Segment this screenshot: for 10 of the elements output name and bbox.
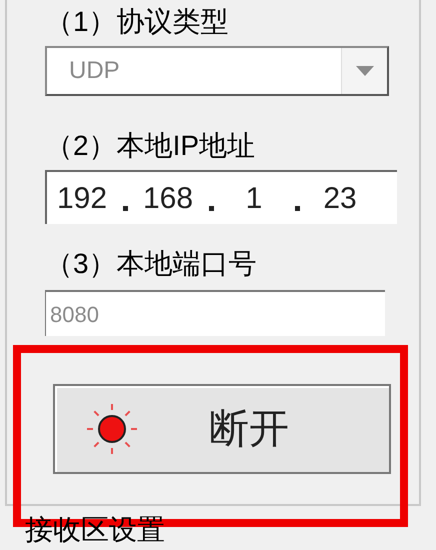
field-label: （1）协议类型	[45, 5, 230, 39]
disconnect-button[interactable]: 断开	[53, 384, 391, 474]
ip-address-field[interactable]: 192 168 1 23	[45, 170, 397, 224]
field-label: （2）本地IP地址	[45, 129, 256, 163]
ip-octet: 23	[322, 180, 358, 216]
dropdown-arrow-icon	[356, 66, 374, 76]
ip-octet: 1	[244, 180, 264, 216]
field-label: （3）本地端口号	[45, 247, 258, 281]
ip-octet: 168	[142, 180, 194, 216]
ip-octet: 192	[56, 180, 108, 216]
